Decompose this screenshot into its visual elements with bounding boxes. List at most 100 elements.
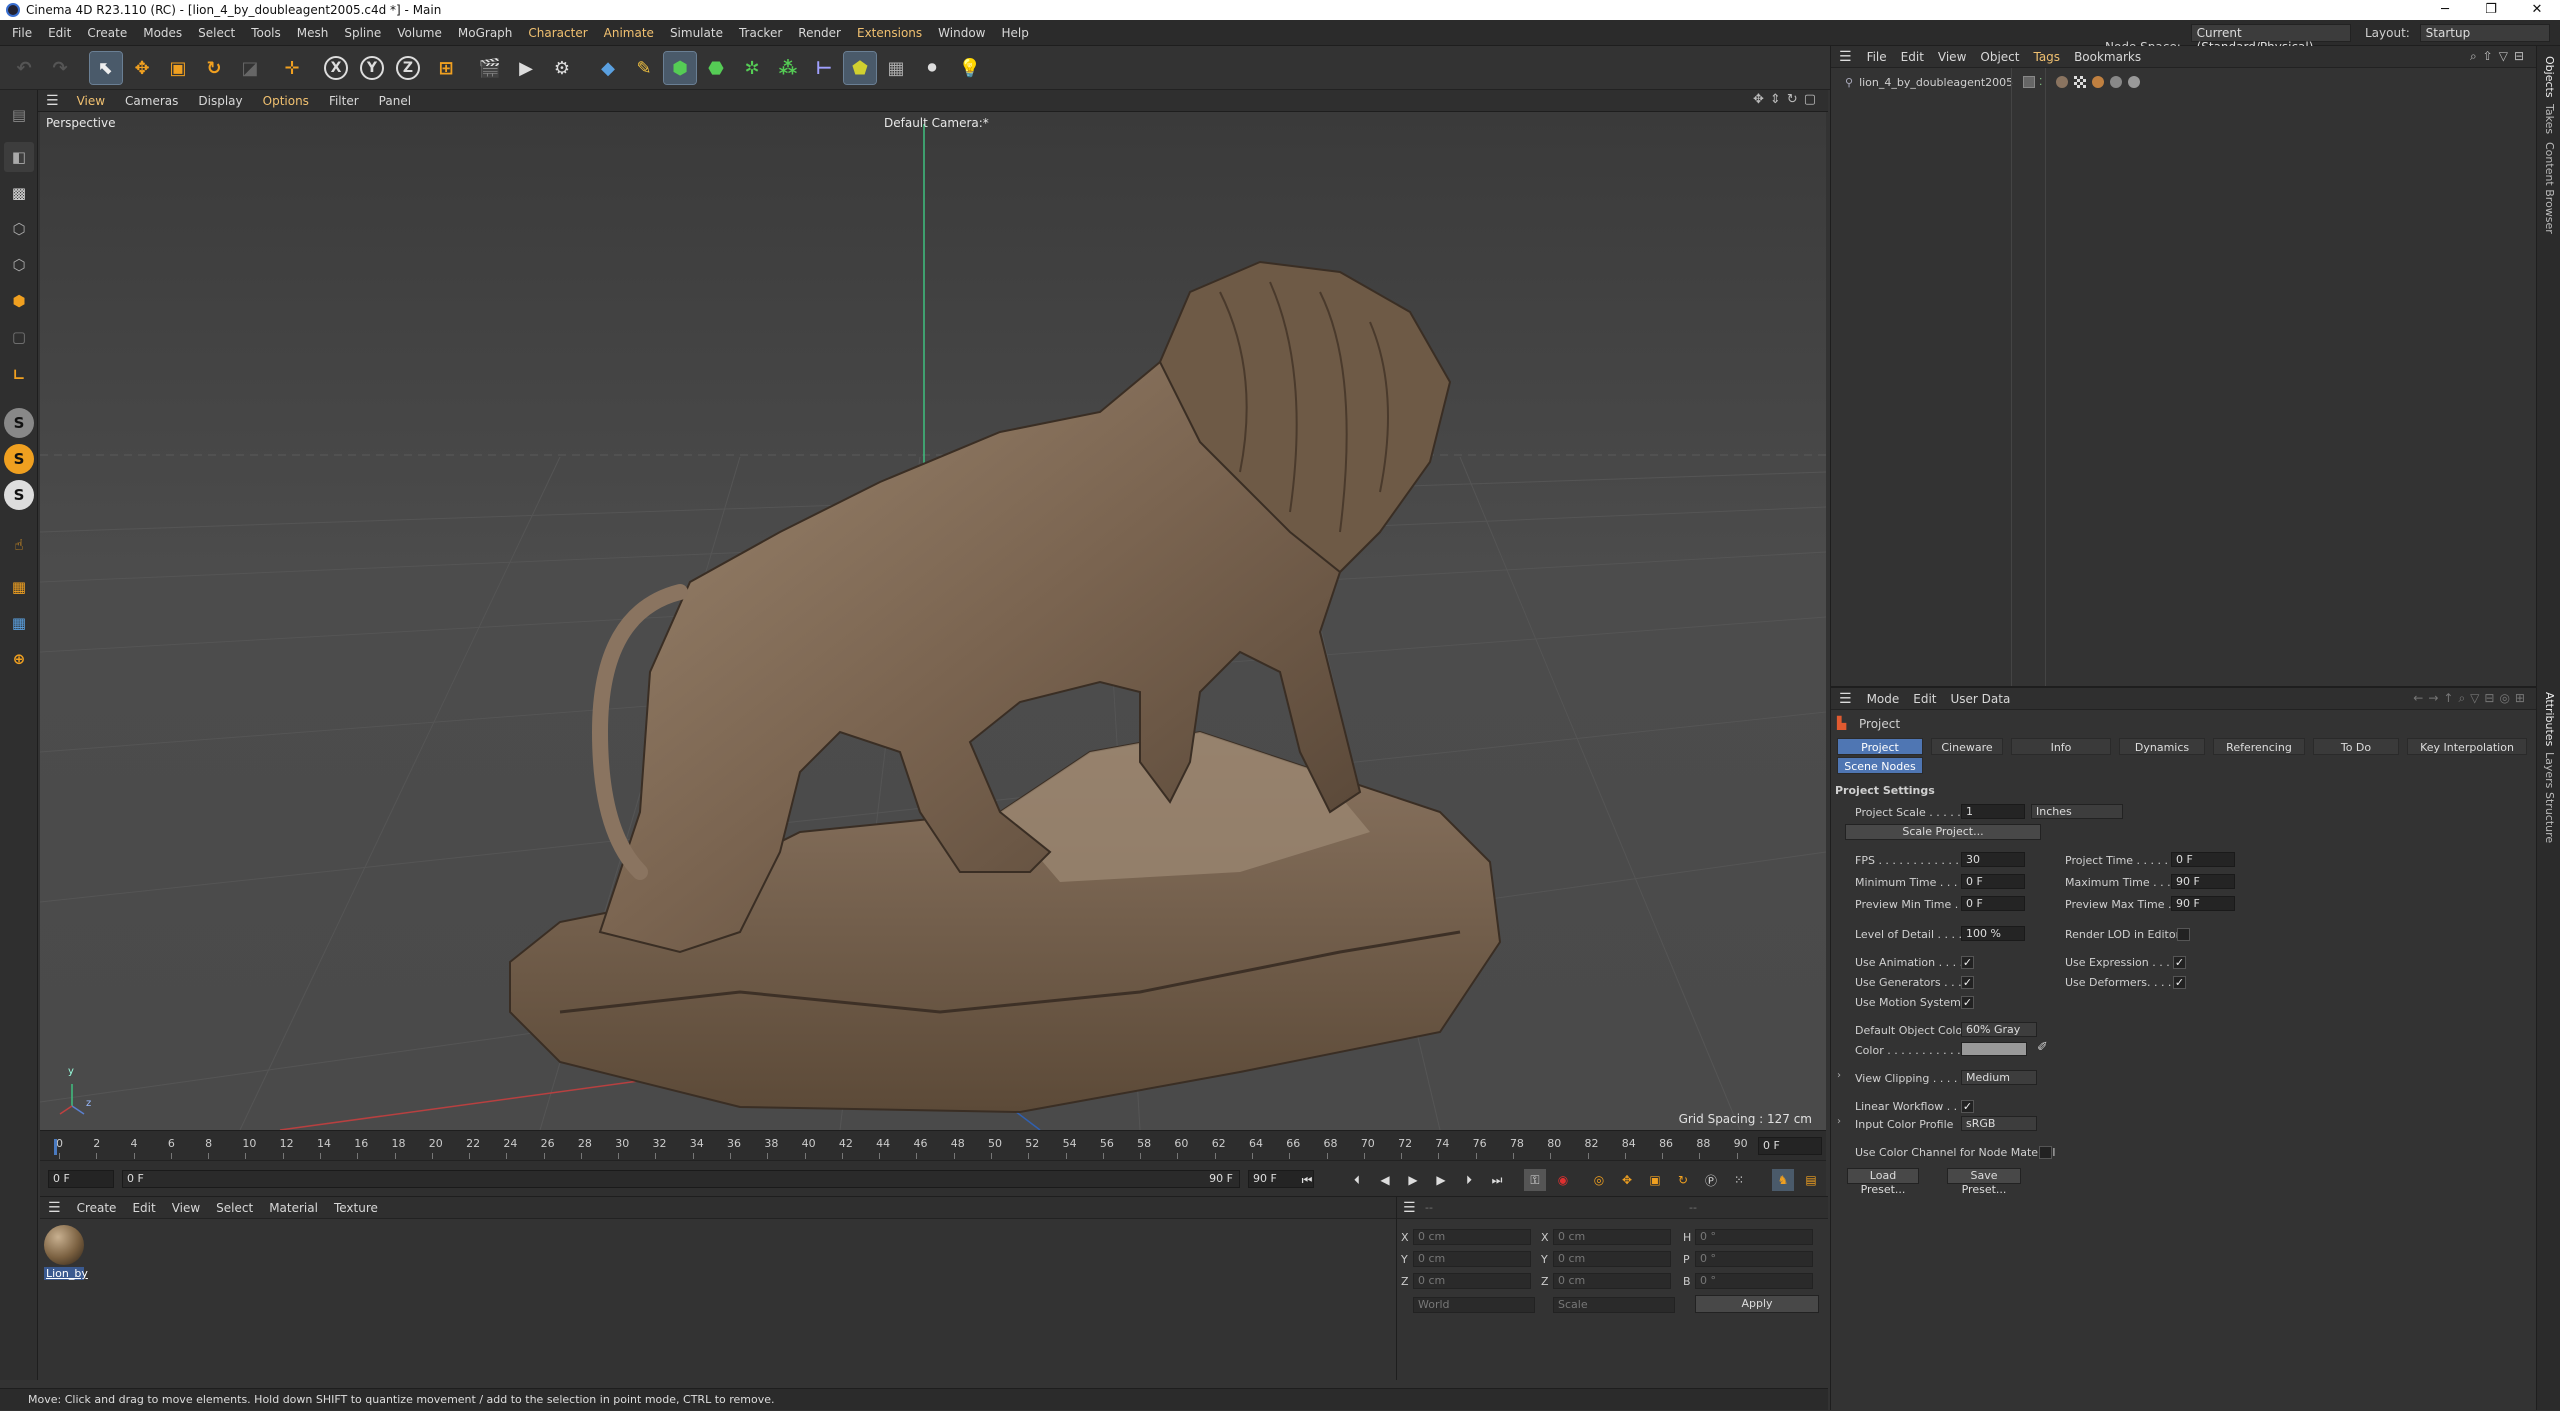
rot-p-field[interactable]: 0 ° xyxy=(1695,1251,1813,1267)
viewport-menu-display[interactable]: Display xyxy=(188,90,252,112)
material-tag-icon-4[interactable] xyxy=(2128,76,2141,88)
keyframe-selection-icon[interactable]: ◎ xyxy=(1588,1169,1610,1191)
undo-icon[interactable]: ↶ xyxy=(8,52,40,84)
menu-render[interactable]: Render xyxy=(790,20,849,46)
viewport-menu-options[interactable]: Options xyxy=(253,90,319,112)
side-tab-objects[interactable]: Objects xyxy=(2543,56,2556,98)
frame-range-slider[interactable]: 0 F 90 F xyxy=(122,1170,1240,1188)
tab-scene-nodes[interactable]: Scene Nodes xyxy=(1837,757,1923,774)
texture-mode-icon[interactable]: ▩ xyxy=(4,178,34,208)
use-deformers-checkbox[interactable]: ✓ xyxy=(2173,976,2186,989)
menu-mesh[interactable]: Mesh xyxy=(289,20,337,46)
rotate-icon[interactable]: ↻ xyxy=(198,52,230,84)
material-menu-select[interactable]: Select xyxy=(208,1197,261,1219)
material-menu-create[interactable]: Create xyxy=(69,1197,125,1219)
menu-extensions[interactable]: Extensions xyxy=(849,20,930,46)
x-axis-icon[interactable]: X xyxy=(320,52,352,84)
material-menu-material[interactable]: Material xyxy=(261,1197,326,1219)
object-menu-view[interactable]: View xyxy=(1931,46,1973,68)
render-view-icon[interactable]: ▶ xyxy=(510,52,542,84)
key-scale-icon[interactable]: ▣ xyxy=(1644,1169,1666,1191)
z-axis-icon[interactable]: Z xyxy=(392,52,424,84)
hamburger-icon[interactable]: ☰ xyxy=(1831,49,1860,65)
cloner-icon[interactable]: ✲ xyxy=(736,52,768,84)
max-time-field[interactable]: 90 F xyxy=(2171,874,2235,889)
minimize-button[interactable]: ─ xyxy=(2422,0,2468,20)
layout-dropdown[interactable]: Startup xyxy=(2419,24,2550,42)
side-tab-takes[interactable]: Takes xyxy=(2543,104,2556,134)
scale-project-button[interactable]: Scale Project... xyxy=(1845,824,2041,840)
menu-spline[interactable]: Spline xyxy=(336,20,389,46)
material-preview[interactable] xyxy=(44,1225,84,1265)
previous-key-icon[interactable]: ⏴ xyxy=(1346,1169,1368,1191)
model-mode-icon[interactable]: ◧ xyxy=(4,142,34,172)
key-rotation-icon[interactable]: ↻ xyxy=(1672,1169,1694,1191)
layer-icon[interactable] xyxy=(2023,76,2036,88)
view-clipping-dropdown[interactable]: Medium xyxy=(1961,1070,2037,1085)
next-frame-icon[interactable]: ▶ xyxy=(1430,1169,1452,1191)
use-animation-checkbox[interactable]: ✓ xyxy=(1961,956,1974,969)
move-icon[interactable]: ✥ xyxy=(126,52,158,84)
viewport-menu-cameras[interactable]: Cameras xyxy=(115,90,188,112)
camera-label[interactable]: Default Camera:* xyxy=(884,116,989,130)
deformer-icon[interactable]: ⁂ xyxy=(772,52,804,84)
key-position-icon[interactable]: ✥ xyxy=(1616,1169,1638,1191)
world-dropdown[interactable]: World xyxy=(1413,1297,1535,1313)
menu-tracker[interactable]: Tracker xyxy=(731,20,790,46)
redo-icon[interactable]: ↷ xyxy=(44,52,76,84)
render-lod-checkbox[interactable] xyxy=(2177,928,2190,941)
object-manager-tools-icons[interactable]: ⌕⇧▽⊟ xyxy=(2470,49,2530,64)
grid-icon[interactable]: ▦ xyxy=(4,608,34,638)
axis-mode-icon[interactable]: ∟ xyxy=(4,360,34,390)
viewport-menu-panel[interactable]: Panel xyxy=(369,90,421,112)
menu-volume[interactable]: Volume xyxy=(389,20,450,46)
previous-frame-icon[interactable]: ◀ xyxy=(1374,1169,1396,1191)
lock-workplane-icon[interactable]: ⊕ xyxy=(4,644,34,674)
material-tag-icon-3[interactable] xyxy=(2110,76,2123,88)
use-expression-checkbox[interactable]: ✓ xyxy=(2173,956,2186,969)
floor-icon[interactable]: ⬟ xyxy=(843,51,877,85)
size-z-field[interactable]: 0 cm xyxy=(1553,1273,1671,1289)
tweak-mode-icon[interactable]: ☝ xyxy=(4,530,34,560)
snap-icon[interactable]: S xyxy=(4,408,34,438)
load-preset-button[interactable]: Load Preset... xyxy=(1847,1168,1919,1196)
expand-arrow-icon[interactable]: › xyxy=(1837,1070,1841,1081)
menu-animate[interactable]: Animate xyxy=(596,20,662,46)
material-menu-view[interactable]: View xyxy=(164,1197,208,1219)
transfer-icon[interactable]: ✛ xyxy=(276,52,308,84)
go-to-end-icon[interactable]: ⏭ xyxy=(1486,1169,1508,1191)
input-profile-dropdown[interactable]: sRGB xyxy=(1961,1116,2037,1131)
object-menu-tags[interactable]: Tags xyxy=(2026,46,2067,68)
use-color-channel-checkbox[interactable] xyxy=(2039,1146,2052,1159)
render-settings-icon[interactable]: ⚙ xyxy=(546,52,578,84)
menu-tools[interactable]: Tools xyxy=(243,20,289,46)
bulb-icon[interactable]: 💡 xyxy=(954,52,986,84)
rot-b-field[interactable]: 0 ° xyxy=(1695,1273,1813,1289)
current-frame-field[interactable]: 0 F xyxy=(1758,1137,1822,1155)
camera-icon[interactable]: ▦ xyxy=(880,52,912,84)
go-to-start-icon[interactable]: ⏮ xyxy=(1296,1169,1318,1191)
hamburger-icon[interactable]: ☰ xyxy=(40,1200,69,1216)
timeline-ruler[interactable]: 0 2 4 6 8 10 12 14 16 18 20 22 24 26 28 30 32 34 36 38 40 42 4… xyxy=(40,1130,1826,1160)
size-y-field[interactable]: 0 cm xyxy=(1553,1251,1671,1267)
rot-h-field[interactable]: 0 ° xyxy=(1695,1229,1813,1245)
light-icon[interactable]: ⚫ xyxy=(916,52,948,84)
node-space-dropdown[interactable]: Current (Standard/Physical) xyxy=(2190,24,2351,54)
close-button[interactable]: ✕ xyxy=(2514,0,2560,20)
extrude-icon[interactable]: ⬣ xyxy=(700,52,732,84)
project-time-field[interactable]: 0 F xyxy=(2171,852,2235,867)
tab-cineware[interactable]: Cineware xyxy=(1931,738,2003,755)
attribute-nav-icons[interactable]: ←→↑⌕▽⊟◎⊞ xyxy=(2413,691,2530,706)
cube-icon[interactable]: ◆ xyxy=(592,52,624,84)
menu-mograph[interactable]: MoGraph xyxy=(450,20,521,46)
pos-x-field[interactable]: 0 cm xyxy=(1413,1229,1531,1245)
material-tag-icon[interactable] xyxy=(2056,76,2069,88)
object-menu-bookmarks[interactable]: Bookmarks xyxy=(2067,46,2148,68)
tab-dynamics[interactable]: Dynamics xyxy=(2119,738,2205,755)
menu-window[interactable]: Window xyxy=(930,20,993,46)
snap-settings-icon[interactable]: S xyxy=(4,444,34,474)
key-pla-icon[interactable]: ⁙ xyxy=(1728,1169,1750,1191)
3d-viewport[interactable]: y z Perspective Default Camera:* Grid Sp… xyxy=(40,112,1826,1130)
size-x-field[interactable]: 0 cm xyxy=(1553,1229,1671,1245)
pos-y-field[interactable]: 0 cm xyxy=(1413,1251,1531,1267)
